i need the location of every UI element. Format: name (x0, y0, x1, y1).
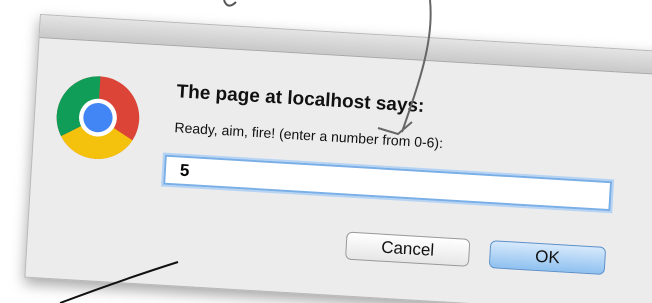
dialog-heading: The page at localhost says: (176, 81, 425, 117)
annotation-squiggle-top (223, 0, 237, 7)
dialog-titlebar (39, 15, 652, 76)
javascript-prompt-dialog: The page at localhost says: Ready, aim, … (24, 14, 652, 303)
prompt-input[interactable] (163, 154, 613, 212)
chrome-logo-icon (56, 76, 140, 159)
cancel-button[interactable]: Cancel (344, 231, 471, 267)
screenshot-stage: The page at localhost says: Ready, aim, … (0, 0, 652, 303)
ok-button[interactable]: OK (488, 240, 607, 275)
dialog-message: Ready, aim, fire! (enter a number from 0… (174, 119, 444, 152)
